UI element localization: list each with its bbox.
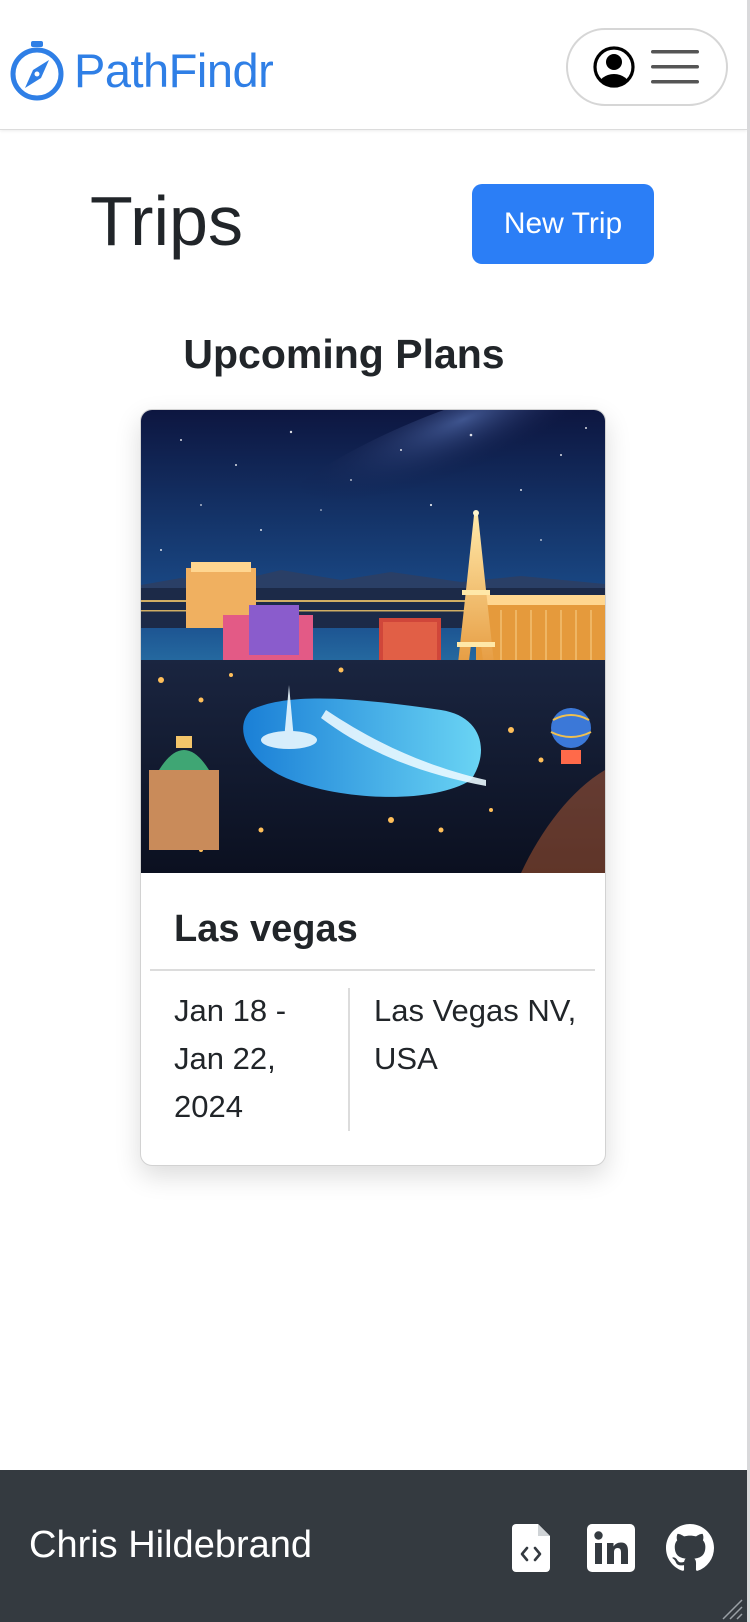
hamburger-menu-icon — [651, 50, 699, 84]
resize-grip-icon[interactable] — [721, 1598, 743, 1620]
profile-menu-toggle[interactable] — [566, 28, 728, 106]
brand-name: PathFindr — [74, 43, 274, 97]
linkedin-icon — [587, 1524, 635, 1572]
source-code-link[interactable] — [512, 1524, 550, 1572]
card-divider-line — [150, 969, 595, 971]
card-column-divider — [348, 988, 350, 1131]
app-frame: PathFindr Trips New Trip Upcoming Plans … — [0, 0, 750, 1622]
trip-dates: Jan 18 - Jan 22, 2024 — [174, 993, 287, 1124]
new-trip-button[interactable]: New Trip — [472, 184, 654, 264]
user-circle-icon — [593, 46, 635, 88]
brand-link[interactable]: PathFindr — [8, 38, 274, 102]
top-navbar: PathFindr — [0, 0, 747, 130]
trip-location: Las Vegas NV, USA — [374, 993, 577, 1076]
code-file-icon — [512, 1524, 550, 1572]
trip-cover-image — [141, 410, 605, 873]
github-link[interactable] — [666, 1524, 714, 1572]
page-title: Trips — [90, 182, 243, 260]
footer-author-name: Chris Hildebrand — [29, 1524, 313, 1566]
compass-icon — [10, 41, 64, 101]
github-icon — [666, 1524, 714, 1571]
linkedin-link[interactable] — [587, 1524, 635, 1572]
trip-card[interactable]: Las vegas Jan 18 - Jan 22, 2024 Las Vega… — [140, 409, 606, 1166]
trip-name: Las vegas — [174, 908, 358, 950]
page-footer: Chris Hildebrand — [0, 1470, 747, 1622]
upcoming-plans-heading: Upcoming Plans — [183, 331, 505, 377]
